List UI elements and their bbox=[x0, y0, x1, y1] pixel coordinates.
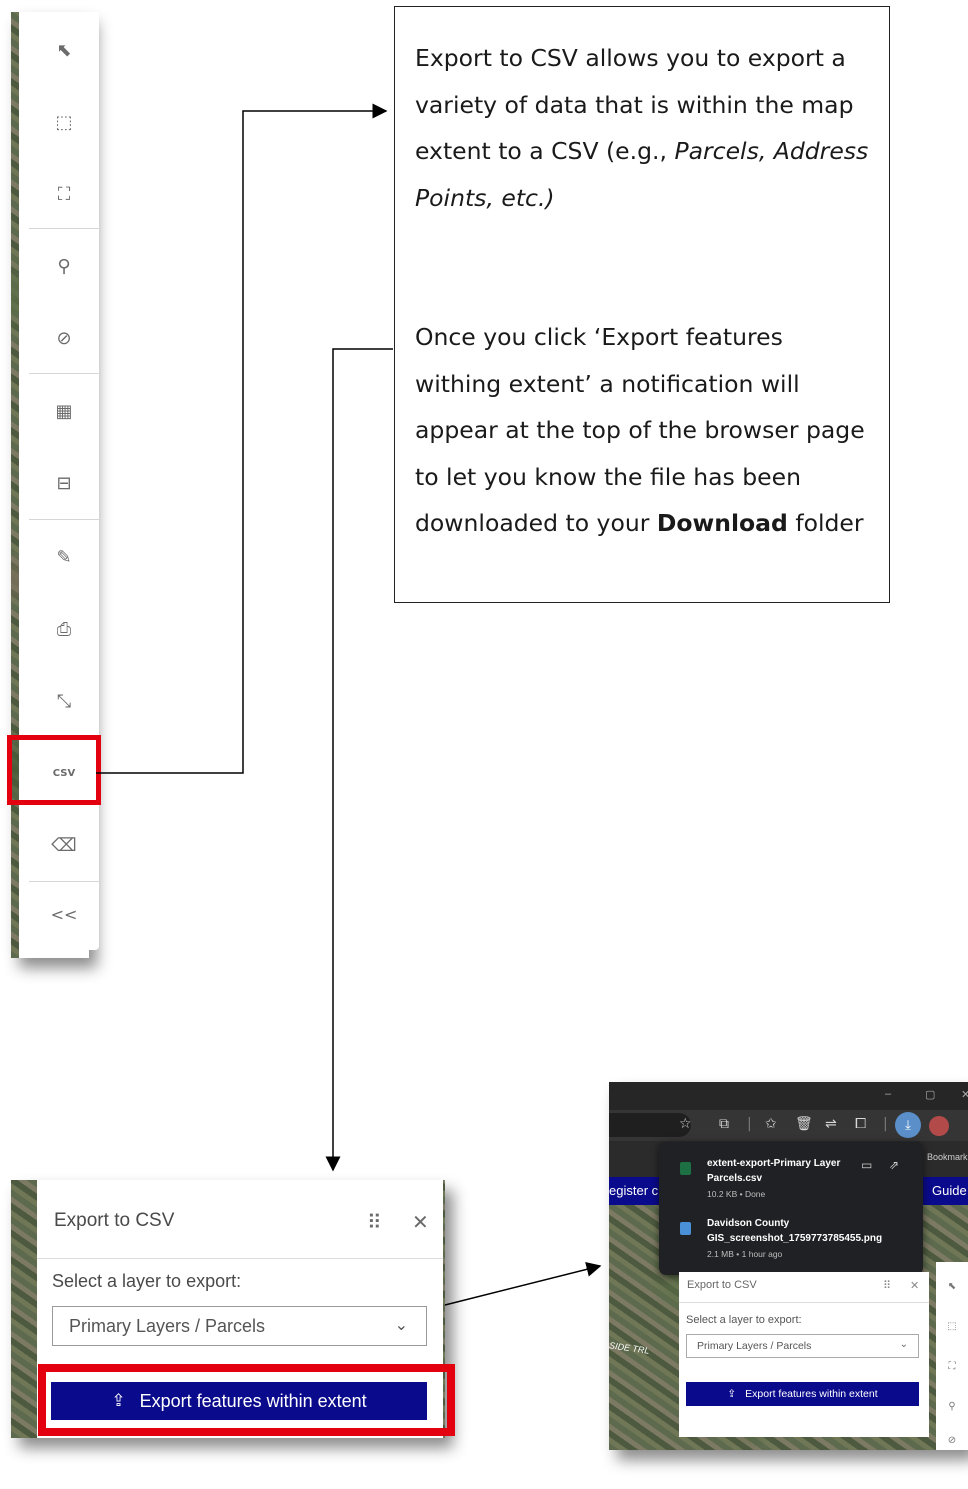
arrow-callout-to-panel bbox=[325, 348, 393, 1172]
arrow-csv-to-callout bbox=[96, 103, 388, 774]
connector-arrows bbox=[96, 103, 602, 1306]
arrow-panel-to-browser bbox=[444, 1262, 602, 1306]
